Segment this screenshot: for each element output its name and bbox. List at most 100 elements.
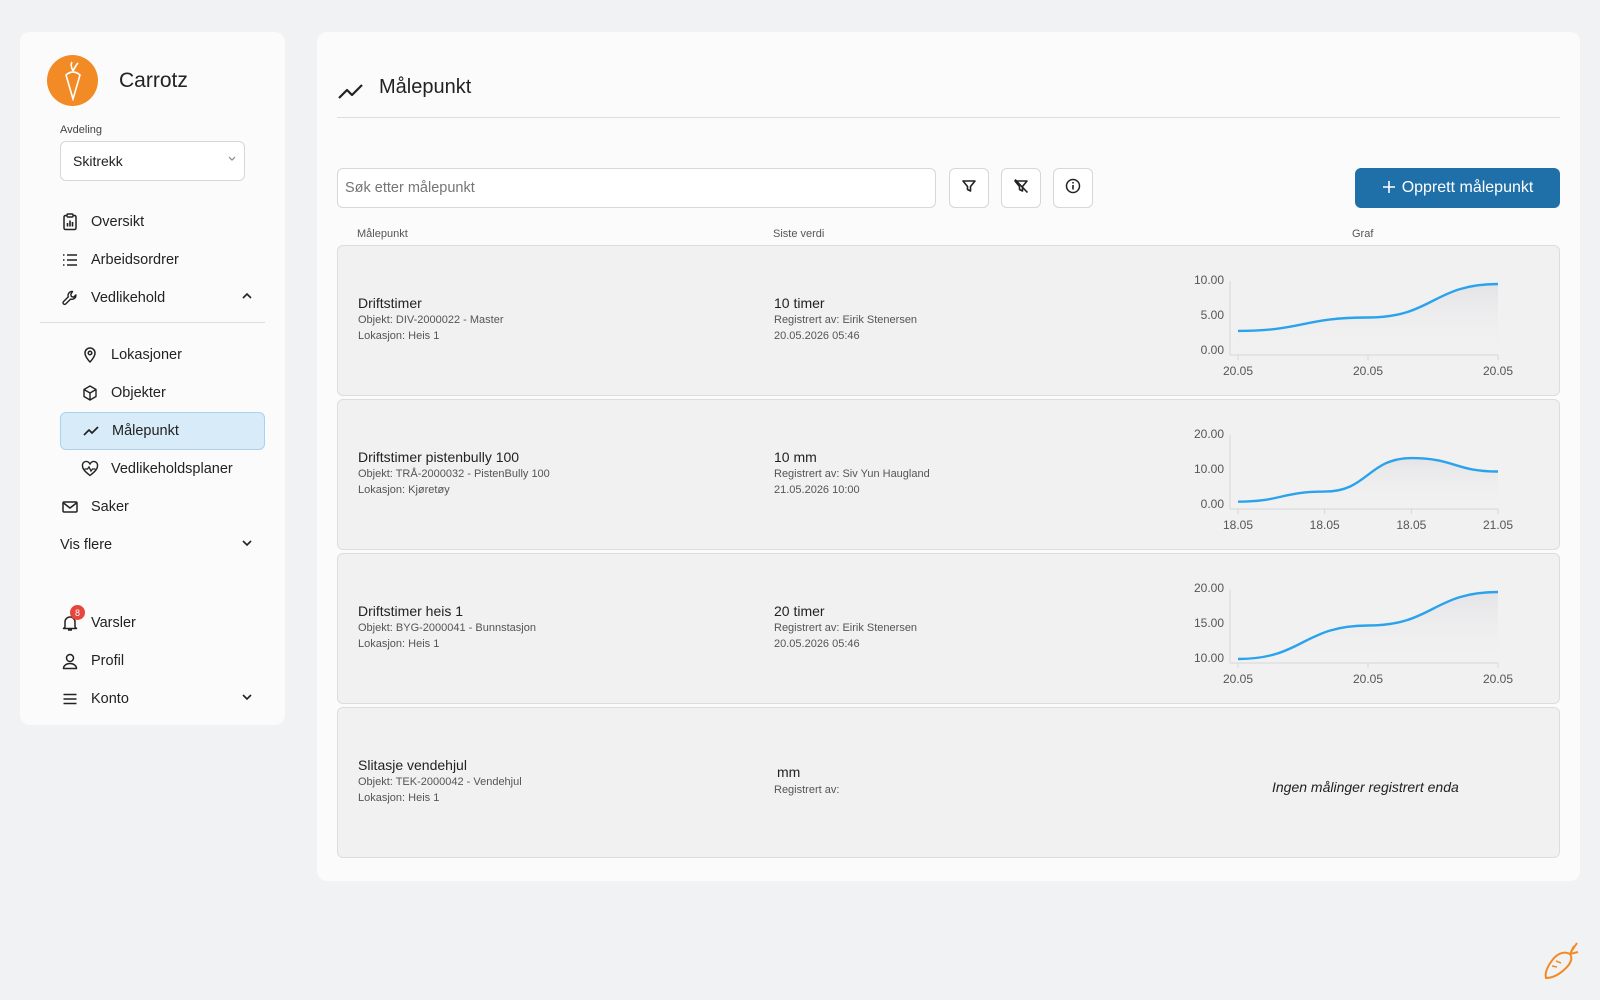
x-tick-label: 20.05: [1353, 364, 1383, 378]
column-header-latest[interactable]: Siste verdi: [773, 228, 824, 240]
row-registered-by: Registrert av: Eirik Stenersen: [774, 314, 918, 326]
filter-button[interactable]: [949, 168, 989, 208]
sidebar-item-varsler[interactable]: 8 Varsler: [60, 604, 265, 642]
series-area: [1238, 592, 1498, 663]
clear-filter-button[interactable]: [1001, 168, 1041, 208]
sidebar-item-label: Oversikt: [91, 214, 145, 230]
sidebar-item-label: Vis flere: [60, 537, 113, 553]
page-title: Målepunkt: [379, 76, 472, 98]
heart-pulse-icon: [80, 459, 100, 479]
main-panel: Målepunkt Opprett målepunkt Målepunkt Si…: [317, 32, 1580, 881]
sidebar-item-vedlikeholdsplaner[interactable]: Vedlikeholdsplaner: [60, 450, 265, 488]
row-latest-value: 10 mm: [774, 449, 817, 465]
department-select[interactable]: Skitrekk: [60, 141, 245, 181]
page-header: Målepunkt: [337, 76, 1560, 118]
x-tick-label: 20.05: [1223, 364, 1253, 378]
row-name: Driftstimer pistenbully 100: [358, 449, 520, 465]
sidebar-item-label: Vedlikehold: [91, 290, 166, 306]
sidebar-item-malepunkt[interactable]: Målepunkt: [60, 412, 265, 450]
sidebar-item-vedlikehold[interactable]: Vedlikehold: [60, 279, 265, 317]
trend-line-icon: [337, 79, 365, 108]
department-label: Avdeling: [60, 124, 102, 136]
y-tick-label: 10.00: [1194, 651, 1224, 665]
table-row[interactable]: Driftstimer heis 1 Objekt: BYG-2000041 -…: [337, 553, 1560, 704]
row-registered-by: Registrert av: Siv Yun Haugland: [774, 468, 930, 480]
create-measuring-point-button[interactable]: Opprett målepunkt: [1355, 168, 1560, 208]
table-row[interactable]: Slitasje vendehjul Objekt: TEK-2000042 -…: [337, 707, 1560, 858]
carrot-corner-icon: [1540, 940, 1582, 987]
table-row[interactable]: Driftstimer pistenbully 100 Objekt: TRÅ-…: [337, 399, 1560, 550]
map-pin-icon: [80, 345, 100, 365]
row-registered-by: Registrert av:: [774, 784, 840, 796]
row-chart: 10.00 5.00 0.00 20.05 20.05 20.05: [1194, 273, 1513, 378]
list-icon: [60, 250, 80, 270]
info-button[interactable]: [1053, 168, 1093, 208]
column-header-name[interactable]: Målepunkt: [357, 228, 408, 240]
search-input[interactable]: [337, 168, 936, 208]
sidebar-item-profil[interactable]: Profil: [60, 642, 265, 680]
row-location: Lokasjon: Kjøretøy: [358, 484, 450, 496]
row-location: Lokasjon: Heis 1: [358, 638, 440, 650]
sidebar: Carrotz Avdeling Skitrekk Oversikt Arbei…: [20, 32, 285, 725]
sidebar-item-saker[interactable]: Saker: [60, 488, 265, 526]
y-tick-label: 0.00: [1201, 497, 1225, 511]
row-object: Objekt: BYG-2000041 - Bunnstasjon: [358, 622, 536, 634]
department-value: Skitrekk: [73, 153, 123, 169]
x-tick-label: 18.05: [1223, 518, 1253, 532]
chevron-down-icon: [241, 537, 253, 553]
column-header-graph[interactable]: Graf: [1352, 228, 1373, 240]
row-object: Objekt: DIV-2000022 - Master: [358, 314, 504, 326]
sidebar-item-oversikt[interactable]: Oversikt: [60, 203, 265, 241]
row-date: 21.05.2026 10:00: [774, 484, 860, 496]
create-button-label: Opprett målepunkt: [1401, 179, 1534, 196]
row-name: Driftstimer: [358, 295, 422, 311]
filter-icon: [961, 178, 977, 199]
sidebar-item-vis-flere[interactable]: Vis flere: [60, 526, 265, 564]
filter-off-icon: [1013, 178, 1029, 199]
brand[interactable]: Carrotz: [47, 55, 188, 106]
table-row[interactable]: Driftstimer Objekt: DIV-2000022 - Master…: [337, 245, 1560, 396]
row-location: Lokasjon: Heis 1: [358, 330, 440, 342]
chevron-down-icon: [241, 691, 253, 707]
row-latest-value: 20 timer: [774, 603, 825, 619]
sidebar-item-objekter[interactable]: Objekter: [60, 374, 265, 412]
no-measurements-text: Ingen målinger registrert enda: [1272, 779, 1459, 795]
y-tick-label: 10.00: [1194, 462, 1224, 476]
y-tick-label: 10.00: [1194, 273, 1224, 287]
row-chart: 20.00 15.00 10.00 20.05 20.05 20.05: [1194, 581, 1513, 686]
chevron-down-icon: [228, 154, 236, 165]
x-tick-label: 18.05: [1396, 518, 1426, 532]
clipboard-chart-icon: [60, 212, 80, 232]
sidebar-item-label: Profil: [91, 653, 125, 669]
row-object: Objekt: TRÅ-2000032 - PistenBully 100: [358, 468, 550, 480]
bell-icon: 8: [60, 605, 85, 633]
x-tick-label: 21.05: [1483, 518, 1513, 532]
row-date: 20.05.2026 05:46: [774, 638, 860, 650]
row-object: Objekt: TEK-2000042 - Vendehjul: [358, 776, 522, 788]
x-tick-label: 20.05: [1223, 672, 1253, 686]
info-icon: [1065, 178, 1081, 199]
x-tick-label: 20.05: [1353, 672, 1383, 686]
y-tick-label: 5.00: [1201, 308, 1225, 322]
nav-divider: [40, 322, 265, 323]
x-tick-label: 20.05: [1483, 364, 1513, 378]
row-latest-value: 10 timer: [774, 295, 825, 311]
sidebar-item-konto[interactable]: Konto: [60, 680, 265, 718]
sidebar-item-label: Saker: [91, 499, 129, 515]
sidebar-item-lokasjoner[interactable]: Lokasjoner: [60, 336, 265, 374]
y-tick-label: 20.00: [1194, 427, 1224, 441]
sidebar-item-label: Varsler: [91, 615, 136, 631]
row-name: Slitasje vendehjul: [358, 757, 467, 773]
sidebar-item-arbeidsordrer[interactable]: Arbeidsordrer: [60, 241, 265, 279]
sidebar-item-label: Vedlikeholdsplaner: [111, 461, 233, 477]
wrench-icon: [60, 288, 80, 308]
trend-line-icon: [81, 421, 101, 441]
sidebar-item-label: Målepunkt: [112, 423, 179, 439]
y-tick-label: 0.00: [1201, 343, 1225, 357]
app-name: Carrotz: [119, 68, 188, 92]
alerts-count-badge: 8: [70, 605, 85, 620]
sidebar-item-label: Arbeidsordrer: [91, 252, 179, 268]
sidebar-item-label: Lokasjoner: [111, 347, 182, 363]
plus-icon: [1382, 178, 1396, 198]
row-location: Lokasjon: Heis 1: [358, 792, 440, 804]
